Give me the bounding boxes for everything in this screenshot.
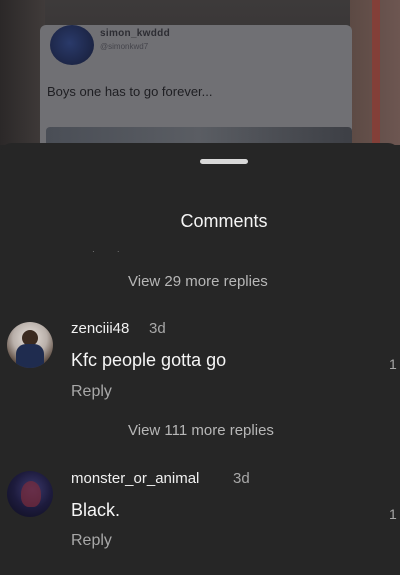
like-count[interactable]: 1 [389, 356, 397, 372]
comment-text: Black. [71, 500, 121, 520]
reply-button[interactable]: Reply [71, 383, 112, 401]
view-more-replies-button[interactable]: View 111 more replies [128, 422, 274, 439]
avatar-person-body [16, 344, 44, 368]
view-more-replies-button[interactable]: View 29 more replies [128, 273, 268, 290]
avatar-creature-figure [21, 481, 41, 507]
comment-username[interactable]: zenciii48 [71, 320, 129, 337]
comment-timestamp: 3d [233, 470, 250, 487]
ellipsis-icon: · · [92, 247, 130, 256]
like-count[interactable]: 1 [389, 506, 397, 522]
comment-timestamp: 3d [149, 320, 166, 337]
sheet-title: Comments [180, 211, 268, 231]
tweet-author-name: simon_kwddd [100, 28, 170, 39]
tweet-author-avatar [50, 25, 94, 65]
view-more-replies-button-partial[interactable] [128, 566, 318, 575]
tweet-author-handle: @simonkwd7 [100, 42, 149, 51]
sheet-drag-handle[interactable] [200, 159, 248, 164]
avatar[interactable] [7, 322, 53, 368]
avatar[interactable] [7, 471, 53, 517]
tweet-text: Boys one has to go forever... [47, 84, 213, 99]
reply-button[interactable]: Reply [71, 532, 112, 550]
background-pole [372, 0, 380, 145]
comment-text: Kfc people gotta go [71, 350, 227, 370]
comment-username[interactable]: monster_or_animal [71, 470, 199, 487]
comments-screen: simon_kwddd @simonkwd7 Boys one has to g… [0, 0, 400, 575]
background-left-area [0, 0, 45, 145]
